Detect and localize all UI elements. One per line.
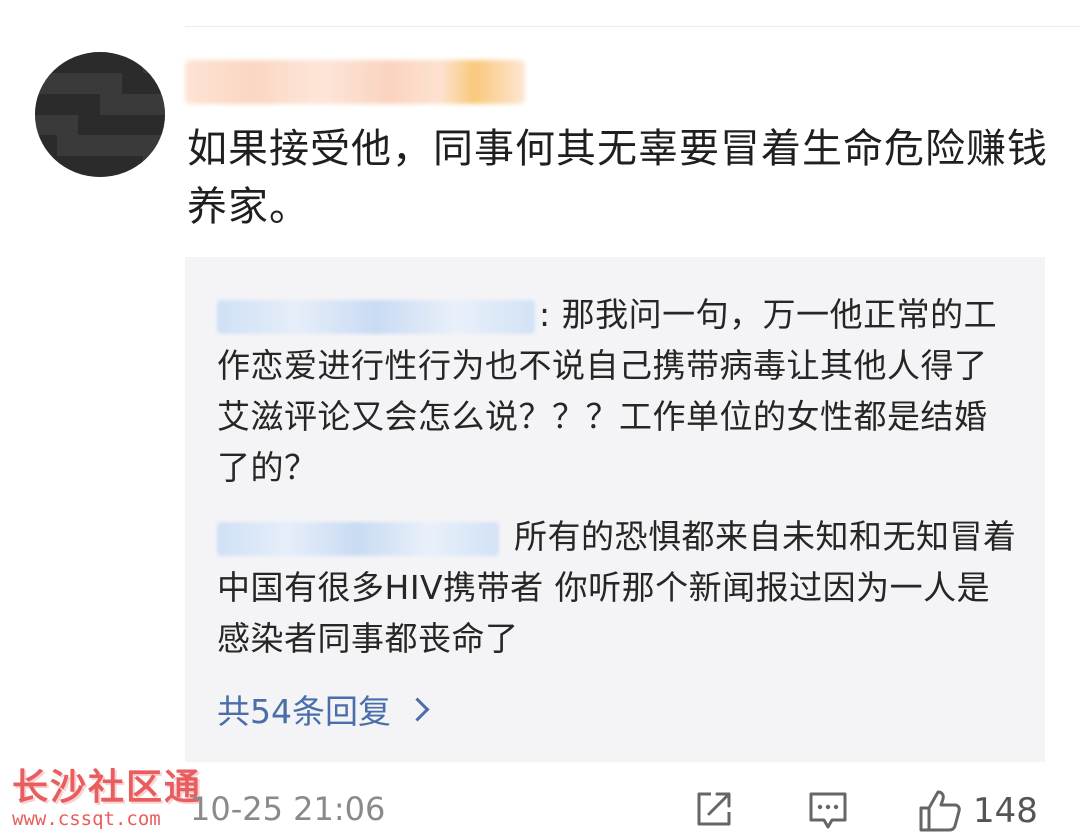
avatar-pixel <box>121 114 144 136</box>
watermark: 长沙社区通 www.cssqt.com <box>12 758 202 830</box>
avatar-pixel <box>78 52 100 73</box>
avatar-pixel <box>78 135 100 157</box>
avatar-pixel <box>78 114 100 136</box>
avatar-pixel <box>121 93 144 115</box>
avatar-pixel <box>35 72 57 94</box>
like-button[interactable]: 148 <box>917 788 1038 834</box>
more-replies-label: 共54条回复 <box>217 692 391 731</box>
like-count: 148 <box>973 791 1038 831</box>
top-divider <box>185 26 1080 27</box>
avatar-pixel <box>143 114 165 136</box>
watermark-title: 长沙社区通 <box>12 767 203 808</box>
watermark-url: www.cssqt.com <box>12 808 161 830</box>
username-blurred[interactable] <box>185 60 525 104</box>
avatar-pixel <box>35 156 57 177</box>
avatar-pixel <box>99 135 122 157</box>
share-icon <box>697 792 731 826</box>
avatar-pixel <box>78 156 100 177</box>
reply-item[interactable]: 所有的恐惧都来自未知和无知冒着 中国有很多HIV携带者 你听那个新闻报过因为一人… <box>217 511 1017 664</box>
avatar-pixel <box>35 135 57 157</box>
avatar-pixel <box>78 93 100 115</box>
avatar-pixel <box>143 93 165 115</box>
chevron-right-icon <box>405 696 430 722</box>
avatar-pixel <box>121 52 144 73</box>
avatar-pixel <box>99 72 122 94</box>
more-replies-link[interactable]: 共54条回复 <box>217 685 430 733</box>
avatar-pixel <box>143 72 165 94</box>
like-icon <box>919 790 961 832</box>
reply-username-blurred[interactable] <box>217 521 499 556</box>
avatar-pixel <box>99 93 122 115</box>
avatar-pixel <box>99 156 122 177</box>
avatar-pixel <box>56 52 79 73</box>
avatar-pixel <box>35 93 57 115</box>
avatar-pixel <box>99 52 122 73</box>
reply-preview-box[interactable]: : 那我问一句，万一他正常的工作恋爱进行性行为也不说自己携带病毒让其他人得了艾滋… <box>185 257 1045 762</box>
share-button[interactable] <box>693 788 735 830</box>
avatar-pixel <box>121 135 144 157</box>
comment-button[interactable] <box>806 788 850 832</box>
avatar-pixel <box>99 114 122 136</box>
reply-username-blurred[interactable] <box>217 299 535 334</box>
avatar-pixel <box>56 135 79 157</box>
comment-timestamp: 10-25 21:06 <box>190 790 386 828</box>
avatar-pixel <box>56 93 79 115</box>
comment-icon <box>809 792 847 829</box>
avatar-pixel <box>121 156 144 177</box>
avatar-pixel <box>143 135 165 157</box>
reply-item[interactable]: : 那我问一句，万一他正常的工作恋爱进行性行为也不说自己携带病毒让其他人得了艾滋… <box>217 289 1017 493</box>
avatar-pixel <box>143 52 165 73</box>
avatar-pixel <box>121 72 144 94</box>
avatar-pixel <box>56 72 79 94</box>
avatar-pixel <box>56 114 79 136</box>
avatar-pixel <box>35 114 57 136</box>
avatar-pixel <box>78 72 100 94</box>
avatar-pixel <box>35 52 57 73</box>
avatar-pixel <box>143 156 165 177</box>
avatar-pixel <box>56 156 79 177</box>
avatar[interactable] <box>35 52 165 177</box>
comment-text: 如果接受他，同事何其无辜要冒着生命危险赚钱养家。 <box>187 126 1048 230</box>
